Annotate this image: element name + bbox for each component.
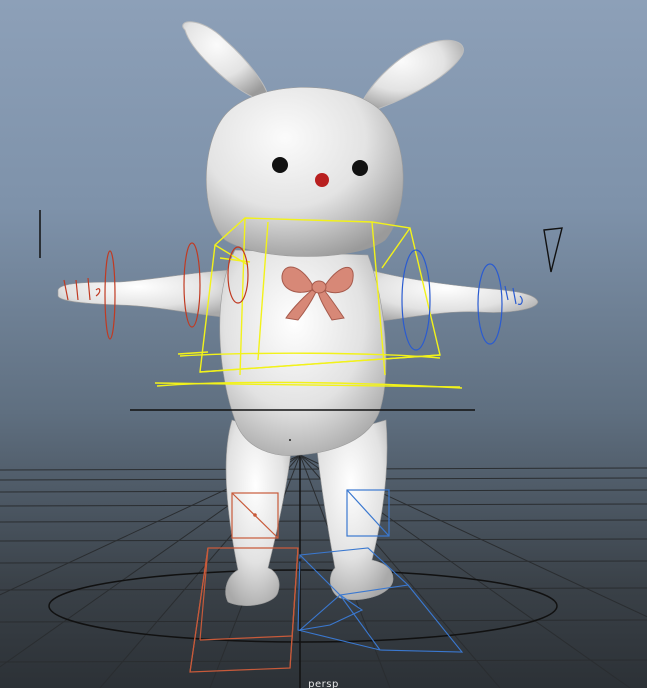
left-eye bbox=[272, 157, 288, 173]
right-eye bbox=[352, 160, 368, 176]
camera-name-label: persp bbox=[308, 679, 339, 688]
3d-viewport[interactable]: persp bbox=[0, 0, 647, 688]
viewport-scene[interactable] bbox=[0, 0, 647, 688]
bunny-head[interactable] bbox=[206, 87, 404, 257]
left-elbow-pole[interactable] bbox=[543, 227, 563, 273]
bunny-nose bbox=[315, 173, 329, 187]
